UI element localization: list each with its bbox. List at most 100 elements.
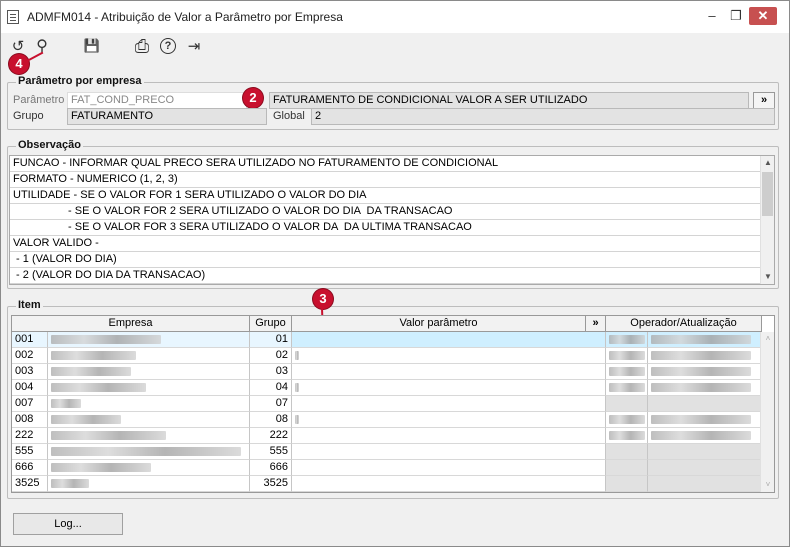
- table-row[interactable]: 555 555: [12, 444, 762, 460]
- grupo-cell: 01: [250, 332, 292, 348]
- empresa-name-cell: [48, 380, 250, 396]
- parametro-field[interactable]: FAT_COND_PRECO: [67, 92, 247, 109]
- operador-cell: [606, 364, 648, 380]
- scroll-up-icon[interactable]: ˄: [763, 334, 773, 344]
- redacted-text: [295, 415, 299, 424]
- title-bar: ADMFM014 - Atribuição de Valor a Parâmet…: [1, 1, 789, 33]
- redacted-text: [651, 431, 751, 440]
- obs-line: - 2 (VALOR DO DIA DA TRANSACAO): [10, 268, 762, 284]
- empresa-code-cell[interactable]: 555: [12, 444, 48, 460]
- empresa-code-cell[interactable]: 007: [12, 396, 48, 412]
- atualizacao-cell: [648, 380, 762, 396]
- grupo-cell: 03: [250, 364, 292, 380]
- grupo-cell: 08: [250, 412, 292, 428]
- redacted-text: [609, 383, 645, 392]
- help-icon[interactable]: ?: [160, 38, 176, 54]
- observacao-scrollbar[interactable]: ▲ ▼: [760, 156, 774, 284]
- valor-parametro-cell[interactable]: [292, 396, 606, 412]
- grupo-cell: 07: [250, 396, 292, 412]
- param-legend: Parâmetro por empresa: [16, 75, 144, 87]
- valor-parametro-cell[interactable]: [292, 364, 606, 380]
- scroll-up-icon[interactable]: ▲: [763, 158, 773, 168]
- operador-cell: [606, 476, 648, 492]
- table-row[interactable]: 008 08: [12, 412, 762, 428]
- obs-line: VALOR VALIDO -: [10, 236, 762, 252]
- redacted-text: [51, 415, 121, 424]
- redacted-text: [295, 351, 299, 360]
- valor-parametro-cell[interactable]: [292, 444, 606, 460]
- observacao-list[interactable]: FUNCAO - INFORMAR QUAL PRECO SERA UTILIZ…: [9, 155, 775, 285]
- col-header-grupo[interactable]: Grupo: [250, 316, 292, 332]
- scroll-down-icon[interactable]: ▼: [763, 272, 773, 282]
- empresa-name-cell: [48, 364, 250, 380]
- toolbar: ↺ ⚲ 💾 ⎙ ? ⇥: [5, 35, 785, 59]
- obs-line: - SE O VALOR FOR 2 SERA UTILIZADO O VALO…: [10, 204, 762, 220]
- redacted-text: [51, 447, 241, 456]
- parametro-description-field: FATURAMENTO DE CONDICIONAL VALOR A SER U…: [269, 92, 749, 109]
- empresa-name-cell: [48, 348, 250, 364]
- redacted-text: [51, 383, 146, 392]
- operador-cell: [606, 380, 648, 396]
- empresa-code-cell[interactable]: 008: [12, 412, 48, 428]
- valor-parametro-cell[interactable]: [292, 412, 606, 428]
- redacted-text: [651, 367, 751, 376]
- grupo-cell: 04: [250, 380, 292, 396]
- valor-parametro-cell[interactable]: [292, 428, 606, 444]
- valor-parametro-cell[interactable]: [292, 348, 606, 364]
- table-row[interactable]: 003 03: [12, 364, 762, 380]
- empresa-code-cell[interactable]: 222: [12, 428, 48, 444]
- obs-line: FUNCAO - INFORMAR QUAL PRECO SERA UTILIZ…: [10, 156, 762, 172]
- scroll-down-icon[interactable]: ˅: [763, 480, 773, 490]
- parametro-label: Parâmetro: [13, 94, 65, 106]
- item-grid-scrollbar[interactable]: ˄ ˅: [760, 332, 774, 492]
- valor-parametro-cell[interactable]: [292, 460, 606, 476]
- valor-parametro-cell[interactable]: [292, 332, 606, 348]
- empresa-code-cell[interactable]: 666: [12, 460, 48, 476]
- operador-cell: [606, 444, 648, 460]
- maximize-button[interactable]: ❐: [725, 7, 747, 25]
- print-icon[interactable]: ⎙: [131, 35, 153, 57]
- redacted-text: [651, 351, 751, 360]
- col-header-more-button[interactable]: »: [586, 316, 606, 332]
- scroll-thumb[interactable]: [762, 172, 773, 216]
- col-header-valor[interactable]: Valor parâmetro: [292, 316, 586, 332]
- atualizacao-cell: [648, 428, 762, 444]
- table-row[interactable]: 666 666: [12, 460, 762, 476]
- exit-icon[interactable]: ⇥: [183, 35, 205, 57]
- save-icon[interactable]: 💾: [81, 35, 103, 57]
- table-row[interactable]: 002 02: [12, 348, 762, 364]
- minimize-button[interactable]: –: [701, 7, 723, 25]
- close-button[interactable]: ✕: [749, 7, 777, 25]
- atualizacao-cell: [648, 476, 762, 492]
- atualizacao-cell: [648, 332, 762, 348]
- observacao-legend: Observação: [16, 139, 83, 151]
- table-row[interactable]: 007 07: [12, 396, 762, 412]
- valor-parametro-cell[interactable]: [292, 476, 606, 492]
- operador-cell: [606, 428, 648, 444]
- col-header-empresa[interactable]: Empresa: [12, 316, 250, 332]
- col-header-operador[interactable]: Operador/Atualização: [606, 316, 762, 332]
- operador-cell: [606, 412, 648, 428]
- redacted-text: [51, 463, 151, 472]
- empresa-code-cell[interactable]: 004: [12, 380, 48, 396]
- empresa-code-cell[interactable]: 003: [12, 364, 48, 380]
- table-row[interactable]: 3525 3525: [12, 476, 762, 492]
- empresa-name-cell: [48, 332, 250, 348]
- annotation-badge-3: 3: [313, 289, 333, 309]
- atualizacao-cell: [648, 460, 762, 476]
- table-row[interactable]: 004 04: [12, 380, 762, 396]
- empresa-code-cell[interactable]: 001: [12, 332, 48, 348]
- empresa-code-cell[interactable]: 002: [12, 348, 48, 364]
- valor-parametro-cell[interactable]: [292, 380, 606, 396]
- item-legend: Item: [16, 299, 43, 311]
- global-field: 2: [311, 108, 775, 125]
- parametro-more-button[interactable]: »: [753, 92, 775, 109]
- table-row[interactable]: 222 222: [12, 428, 762, 444]
- table-row[interactable]: 001 01: [12, 332, 762, 348]
- atualizacao-cell: [648, 348, 762, 364]
- redacted-text: [609, 431, 645, 440]
- grupo-cell: 222: [250, 428, 292, 444]
- log-button[interactable]: Log...: [13, 513, 123, 535]
- empresa-code-cell[interactable]: 3525: [12, 476, 48, 492]
- redacted-text: [51, 479, 89, 488]
